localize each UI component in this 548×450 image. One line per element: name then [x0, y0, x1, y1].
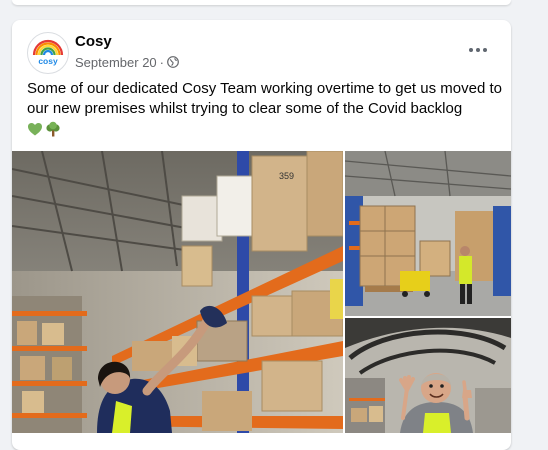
page-name-link[interactable]: Cosy [75, 33, 112, 50]
cosy-logo: cosy [29, 34, 67, 72]
post-photo-2[interactable] [345, 151, 511, 316]
green-heart-emoji [28, 123, 42, 136]
emoji-row [27, 121, 61, 137]
tree-emoji [46, 121, 60, 137]
post-timestamp-link[interactable]: September 20 [75, 55, 157, 70]
post-meta: September 20 · [75, 54, 179, 70]
more-options-button[interactable] [460, 34, 496, 66]
more-dot [476, 48, 480, 52]
svg-text:359: 359 [279, 171, 294, 181]
post-photo-3[interactable] [345, 318, 511, 433]
more-dot [483, 48, 487, 52]
post-card: cosy Cosy September 20 · Some of our ded… [12, 20, 511, 450]
more-horizontal-icon [469, 48, 473, 52]
page-avatar[interactable]: cosy [27, 32, 69, 74]
post-photo-1[interactable]: 359 [12, 151, 343, 433]
post-text: Some of our dedicated Cosy Team working … [27, 80, 502, 117]
globe-icon[interactable] [167, 56, 179, 68]
meta-separator: · [159, 54, 165, 70]
svg-text:cosy: cosy [38, 56, 58, 66]
previous-post-edge [12, 0, 511, 5]
